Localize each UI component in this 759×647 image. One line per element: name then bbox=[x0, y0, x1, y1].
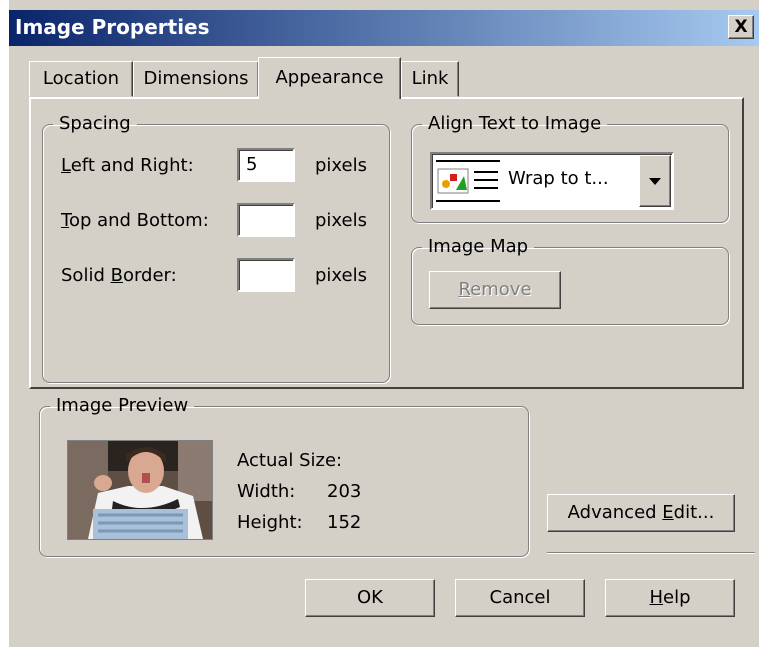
dialog-window: Image Properties X Location Dimensions A… bbox=[8, 0, 759, 647]
help-mnemonic: H bbox=[649, 587, 664, 608]
tab-dimensions-label: Dimensions bbox=[143, 68, 249, 89]
height-value: 152 bbox=[327, 512, 362, 533]
ok-button[interactable]: OK bbox=[305, 579, 435, 617]
window-title: Image Properties bbox=[15, 15, 210, 39]
tab-appearance[interactable]: Appearance bbox=[258, 57, 401, 99]
height-label: Height: bbox=[237, 512, 303, 533]
help-label: elp bbox=[663, 587, 691, 608]
image-preview-legend: Image Preview bbox=[56, 395, 189, 416]
tab-panel-appearance bbox=[29, 97, 744, 389]
ok-label: OK bbox=[357, 587, 383, 608]
advanced-edit-label-pre: Advanced bbox=[567, 502, 663, 523]
tab-link-label: Link bbox=[411, 68, 449, 89]
image-preview-thumbnail bbox=[67, 440, 213, 540]
tab-location-label: Location bbox=[42, 68, 120, 89]
advanced-edit-label: dit... bbox=[673, 502, 715, 523]
cancel-label: Cancel bbox=[489, 587, 551, 608]
advanced-edit-button[interactable]: Advanced Edit... bbox=[547, 494, 735, 532]
close-button[interactable]: X bbox=[728, 15, 754, 39]
tab-dimensions[interactable]: Dimensions bbox=[133, 61, 259, 97]
tab-link[interactable]: Link bbox=[401, 61, 459, 97]
separator bbox=[547, 552, 755, 554]
tab-appearance-label: Appearance bbox=[275, 67, 384, 88]
help-button[interactable]: Help bbox=[605, 579, 735, 617]
cancel-button[interactable]: Cancel bbox=[455, 579, 585, 617]
tab-location[interactable]: Location bbox=[29, 61, 133, 97]
advanced-edit-mnemonic: E bbox=[662, 502, 674, 523]
width-label: Width: bbox=[237, 481, 296, 502]
width-value: 203 bbox=[327, 481, 362, 502]
title-bar[interactable]: Image Properties X bbox=[9, 10, 759, 46]
close-icon: X bbox=[734, 17, 748, 37]
actual-size-label: Actual Size: bbox=[237, 450, 343, 471]
